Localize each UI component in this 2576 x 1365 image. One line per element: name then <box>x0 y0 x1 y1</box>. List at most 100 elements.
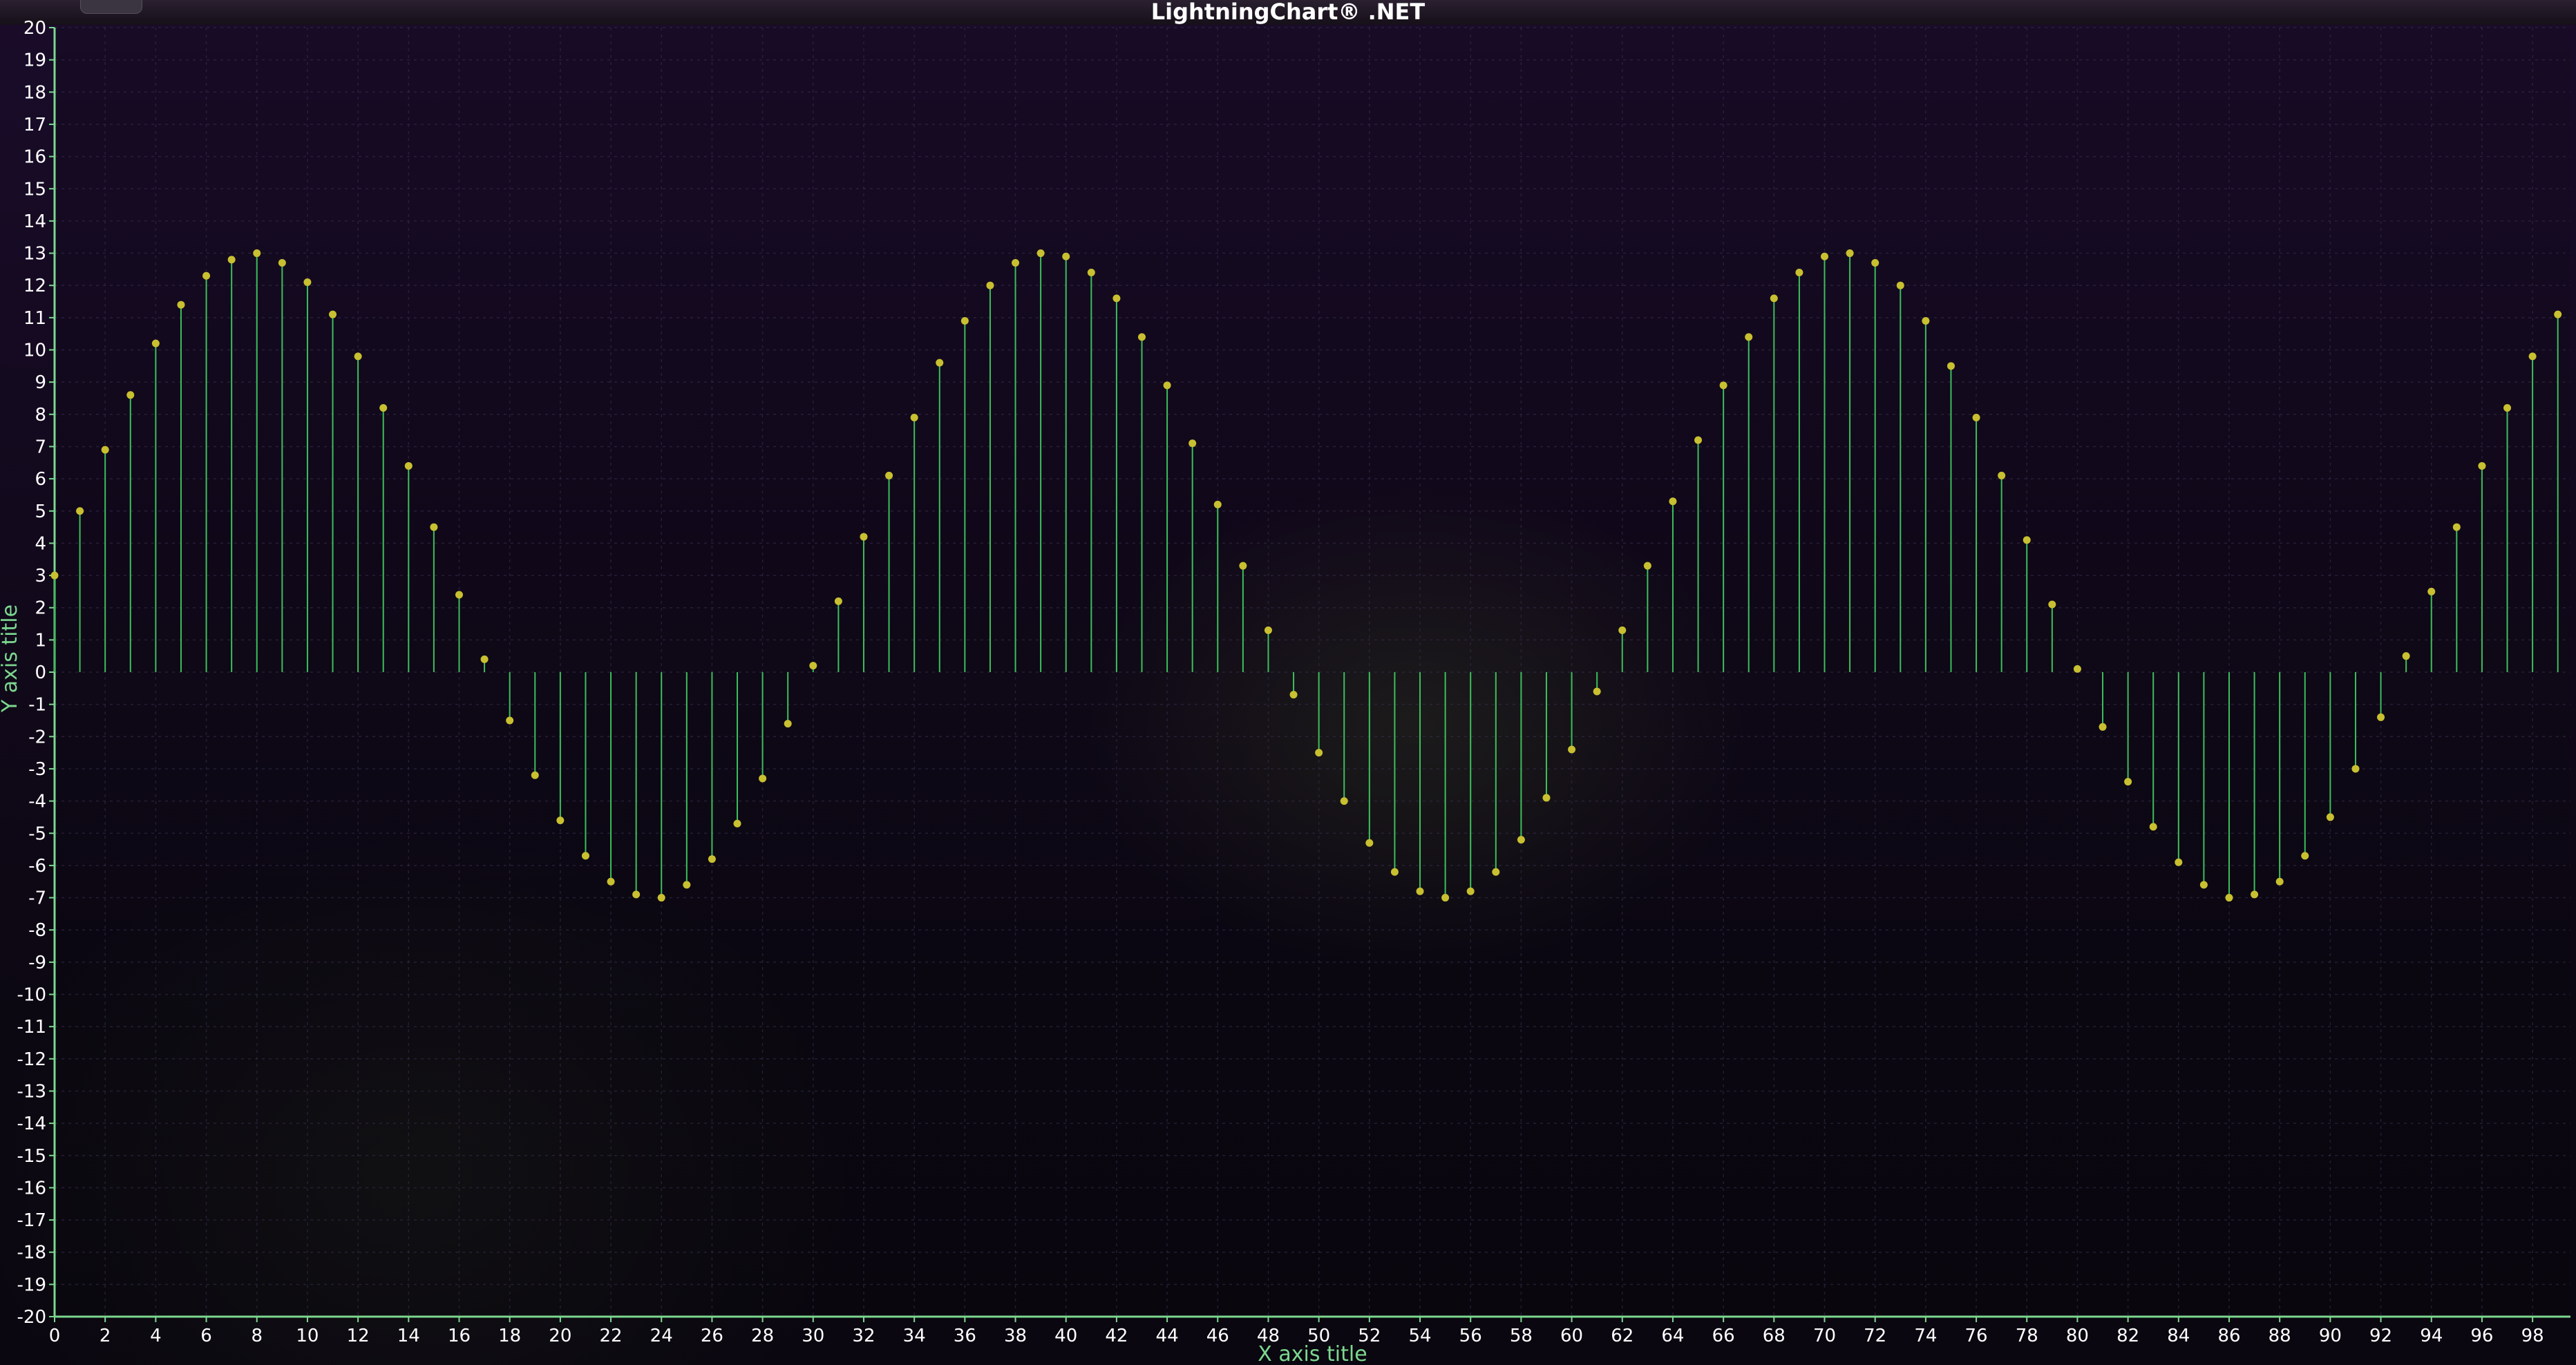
x-tick-label: 86 <box>2217 1326 2240 1346</box>
y-tick-label: 7 <box>35 437 46 457</box>
x-tick-label: 96 <box>2470 1326 2493 1346</box>
y-tick-label: -3 <box>28 759 46 780</box>
y-tick-label: 18 <box>23 82 46 103</box>
data-point <box>1896 281 1904 289</box>
x-tick-label: 34 <box>903 1326 926 1346</box>
data-point <box>329 310 337 318</box>
data-point <box>1719 381 1727 390</box>
data-point <box>1492 868 1500 876</box>
data-point <box>2351 765 2360 773</box>
data-point <box>1593 687 1601 696</box>
data-point <box>151 339 160 347</box>
y-tick-label: -19 <box>17 1275 46 1295</box>
y-tick-label: -12 <box>17 1049 46 1070</box>
x-tick-label: 20 <box>549 1326 571 1346</box>
y-tick-label: -18 <box>17 1243 46 1263</box>
y-tick-label: 17 <box>23 115 46 135</box>
x-tick-label: 76 <box>1965 1326 1988 1346</box>
x-tick-label: 22 <box>599 1326 622 1346</box>
data-point <box>2554 310 2562 318</box>
data-point <box>733 819 741 828</box>
x-tick-label: 90 <box>2319 1326 2342 1346</box>
x-tick-label: 88 <box>2269 1326 2291 1346</box>
y-tick-label: -8 <box>28 920 46 941</box>
data-point <box>379 403 388 412</box>
data-point <box>1922 317 1930 325</box>
data-point <box>581 852 589 860</box>
data-point <box>2452 523 2461 531</box>
data-point <box>1340 797 1348 805</box>
y-tick-label: -10 <box>17 985 46 1006</box>
chart-plot[interactable]: 20191817161514131211109876543210-1-2-3-4… <box>0 0 2576 1365</box>
data-point <box>2326 813 2334 821</box>
x-tick-label: 68 <box>1763 1326 1786 1346</box>
y-tick-label: -1 <box>28 695 46 716</box>
data-point <box>1669 497 1677 506</box>
data-point <box>1770 294 1778 303</box>
data-point <box>50 571 59 580</box>
y-tick-label: 16 <box>23 147 46 168</box>
x-tick-label: 94 <box>2420 1326 2443 1346</box>
x-tick-label: 2 <box>100 1326 111 1346</box>
data-point <box>2023 536 2031 544</box>
data-point <box>1213 500 1222 508</box>
y-axis-title: Y axis title <box>0 604 22 713</box>
data-point <box>1239 562 1247 570</box>
data-point <box>202 271 211 280</box>
data-point <box>834 597 842 605</box>
data-point <box>1441 894 1450 902</box>
data-point <box>506 716 514 725</box>
x-tick-label: 70 <box>1813 1326 1836 1346</box>
y-tick-label: 3 <box>35 566 46 586</box>
data-point <box>657 894 665 902</box>
data-point <box>303 278 312 287</box>
data-point <box>960 317 969 325</box>
x-tick-label: 16 <box>448 1326 471 1346</box>
data-point <box>556 817 565 825</box>
x-tick-label: 10 <box>296 1326 319 1346</box>
data-point <box>1062 252 1070 260</box>
data-point <box>76 507 84 515</box>
data-point <box>885 471 893 479</box>
data-point <box>480 655 489 663</box>
x-tick-label: 42 <box>1105 1326 1128 1346</box>
y-tick-label: 4 <box>35 533 46 554</box>
data-point <box>2427 587 2436 595</box>
x-tick-label: 80 <box>2066 1326 2089 1346</box>
x-tick-label: 72 <box>1864 1326 1886 1346</box>
data-point <box>986 281 994 289</box>
data-point <box>2503 403 2512 412</box>
y-tick-label: 20 <box>23 18 46 39</box>
data-point <box>1846 249 1854 258</box>
y-tick-label: 19 <box>23 50 46 71</box>
y-tick-label: -15 <box>17 1146 46 1167</box>
x-tick-label: 14 <box>397 1326 420 1346</box>
y-tick-label: 12 <box>23 276 46 296</box>
y-tick-label: -5 <box>28 823 46 844</box>
x-tick-label: 8 <box>251 1326 263 1346</box>
data-point <box>2124 778 2132 786</box>
data-point <box>860 533 868 541</box>
data-point <box>430 523 438 531</box>
data-point <box>1998 471 2006 479</box>
data-point <box>354 352 362 361</box>
y-tick-label: 5 <box>35 502 46 522</box>
data-point <box>2175 858 2183 866</box>
data-point <box>784 720 792 728</box>
data-point <box>2275 877 2284 886</box>
x-tick-label: 74 <box>1914 1326 1937 1346</box>
data-point <box>278 259 286 267</box>
data-point <box>2199 881 2208 889</box>
data-point <box>1036 249 1045 258</box>
y-tick-label: 11 <box>23 308 46 329</box>
x-tick-label: 0 <box>49 1326 61 1346</box>
x-tick-label: 62 <box>1611 1326 1633 1346</box>
x-tick-label: 82 <box>2116 1326 2139 1346</box>
y-tick-label: -20 <box>17 1307 46 1328</box>
data-point <box>1694 436 1703 444</box>
y-tick-label: -16 <box>17 1178 46 1199</box>
data-point <box>1972 413 1980 421</box>
x-tick-label: 6 <box>200 1326 212 1346</box>
x-tick-label: 66 <box>1712 1326 1735 1346</box>
data-point <box>1821 252 1829 260</box>
